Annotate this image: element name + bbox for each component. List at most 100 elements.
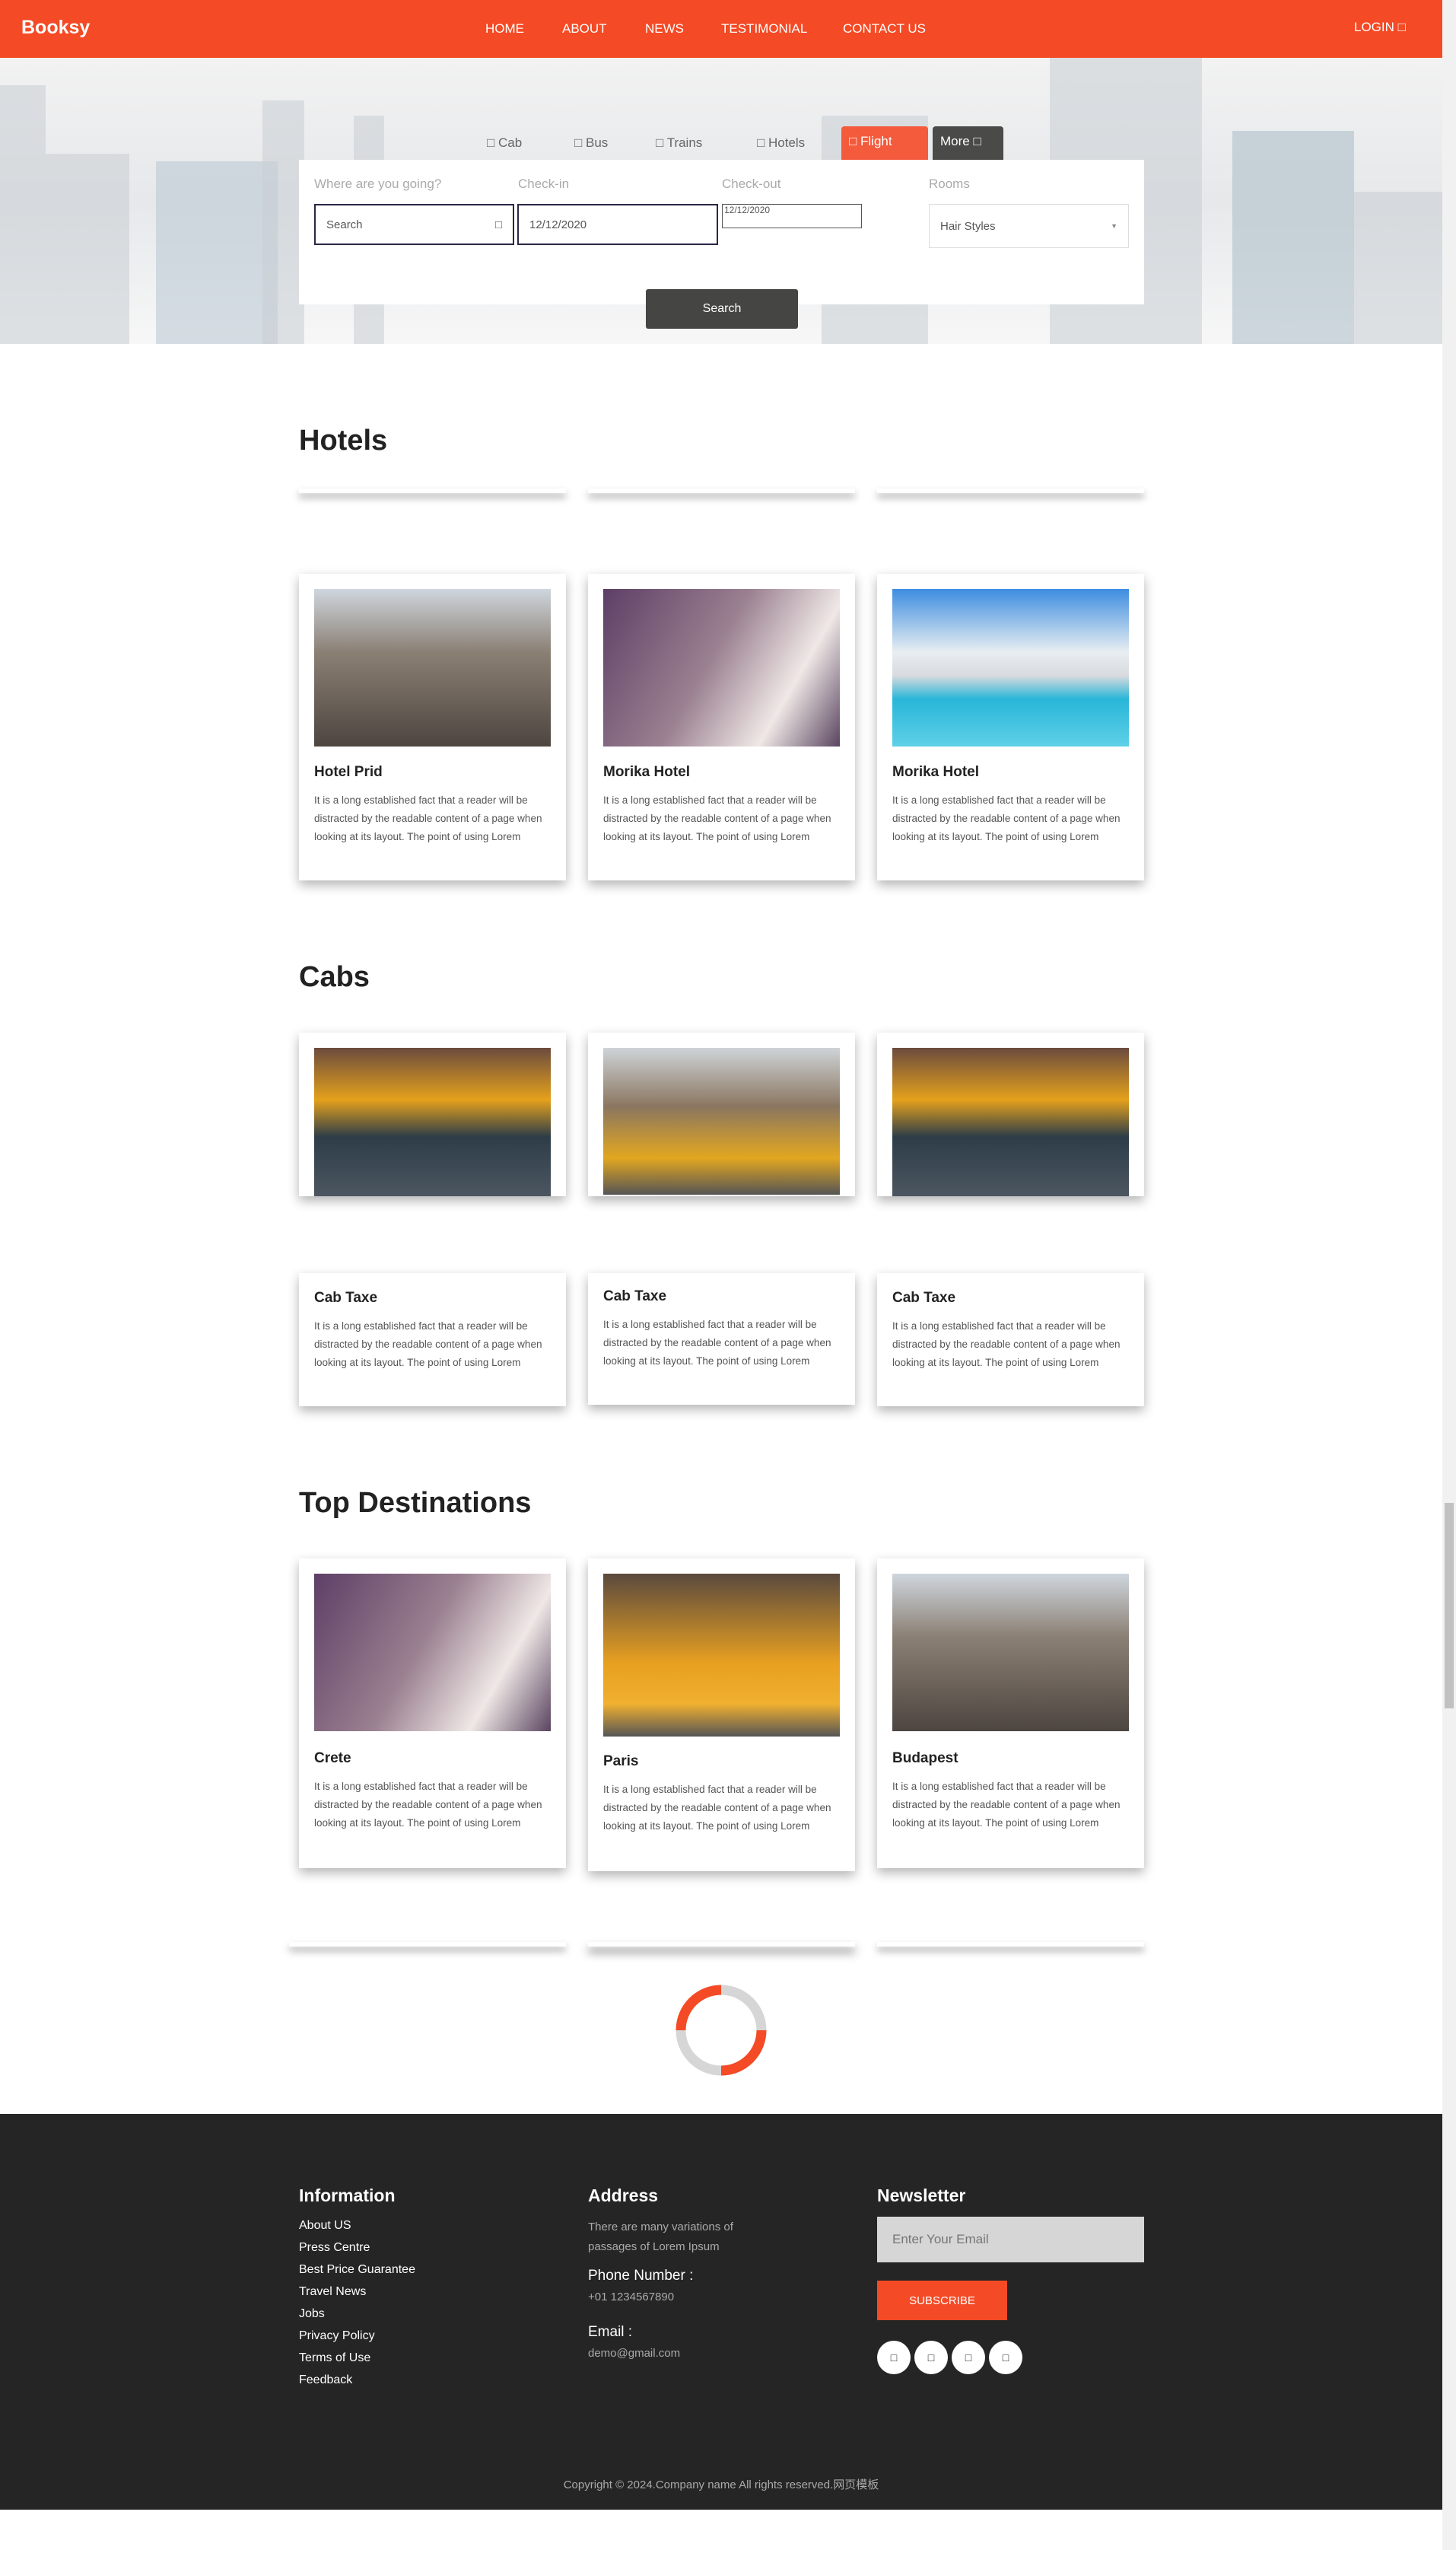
email-address[interactable]: demo@gmail.com: [588, 2344, 680, 2364]
cab-card-image[interactable]: [877, 1033, 1144, 1196]
footer: Information About US Press Centre Best P…: [0, 2114, 1442, 2510]
address-text: There are many variations of passages of…: [588, 2221, 733, 2253]
hotels-heading: Hotels: [299, 425, 388, 457]
where-label: Where are you going?: [314, 177, 442, 191]
checkin-input[interactable]: 12/12/2020: [517, 204, 718, 245]
login-link[interactable]: LOGIN □: [1354, 20, 1406, 35]
facebook-icon[interactable]: □: [877, 2341, 911, 2374]
card-text: It is a long established fact that a rea…: [314, 1320, 542, 1368]
chevron-down-icon: ▼: [1111, 222, 1117, 230]
tab-label: Hotels: [768, 135, 806, 150]
destination-image: [892, 1574, 1129, 1731]
divider: [289, 1942, 566, 1947]
destination-card[interactable]: Budapest It is a long established fact t…: [877, 1558, 1144, 1868]
card-text: It is a long established fact that a rea…: [892, 1781, 1121, 1829]
checkout-value: 12/12/2020: [724, 205, 771, 215]
search-form: Where are you going? Check-in Check-out …: [299, 160, 1144, 304]
rooms-select[interactable]: Hair Styles ▼: [929, 204, 1129, 248]
card-text: It is a long established fact that a rea…: [603, 1784, 831, 1832]
email-label: Email :: [588, 2324, 633, 2340]
tab-label: Bus: [586, 135, 609, 150]
user-icon: □: [1397, 20, 1406, 34]
nav-contact[interactable]: CONTACT US: [843, 21, 926, 37]
newsletter-email-input[interactable]: [877, 2217, 1144, 2262]
checkout-label: Check-out: [722, 177, 781, 191]
cab-card[interactable]: Cab Taxe It is a long established fact t…: [588, 1273, 855, 1405]
divider: [588, 489, 855, 493]
cab-card[interactable]: Cab Taxe It is a long established fact t…: [877, 1273, 1144, 1406]
rooms-value: Hair Styles: [940, 219, 996, 233]
destination-card[interactable]: Paris It is a long established fact that…: [588, 1558, 855, 1871]
tab-label: More: [940, 134, 970, 148]
footer-link[interactable]: Best Price Guarantee: [299, 2263, 415, 2285]
copyright: Copyright © 2024.Company name All rights…: [563, 2478, 879, 2491]
cab-card[interactable]: Cab Taxe It is a long established fact t…: [299, 1273, 566, 1406]
cab-card-image[interactable]: [588, 1033, 855, 1196]
card-title: Hotel Prid: [314, 764, 383, 780]
card-title: Paris: [603, 1753, 639, 1769]
tab-flight[interactable]: □ Flight: [841, 126, 928, 161]
hotel-card[interactable]: Hotel Prid It is a long established fact…: [299, 574, 566, 880]
subscribe-button[interactable]: SUBSCRIBE: [877, 2281, 1007, 2320]
hotel-image: [892, 589, 1129, 747]
footer-link[interactable]: Feedback: [299, 2373, 415, 2396]
card-title: Cab Taxe: [892, 1290, 956, 1306]
header: Booksy HOME ABOUT NEWS TESTIMONIAL CONTA…: [0, 0, 1442, 58]
card-title: Budapest: [892, 1750, 958, 1766]
nav-about[interactable]: ABOUT: [562, 21, 607, 37]
logo[interactable]: Booksy: [21, 17, 90, 39]
card-title: Morika Hotel: [892, 764, 980, 780]
tab-more[interactable]: More □: [933, 126, 1003, 161]
checkout-input[interactable]: 12/12/2020: [722, 204, 862, 228]
hotel-card[interactable]: Morika Hotel It is a long established fa…: [877, 574, 1144, 880]
tab-label: Flight: [860, 134, 892, 148]
checkin-label: Check-in: [518, 177, 570, 191]
twitter-icon[interactable]: □: [914, 2341, 948, 2374]
search-icon: □: [494, 218, 502, 231]
footer-link[interactable]: Press Centre: [299, 2241, 415, 2263]
rooms-label: Rooms: [929, 177, 970, 191]
footer-links: About US Press Centre Best Price Guarant…: [299, 2219, 415, 2396]
address-heading: Address: [588, 2185, 659, 2205]
scrollbar-thumb[interactable]: [1445, 1503, 1454, 1708]
phone-label: Phone Number :: [588, 2268, 694, 2284]
tab-label: Cab: [498, 135, 523, 150]
footer-link[interactable]: Privacy Policy: [299, 2329, 415, 2351]
destination-image: [314, 1574, 551, 1731]
card-title: Crete: [314, 1750, 351, 1766]
footer-link[interactable]: About US: [299, 2219, 415, 2241]
nav-testimonial[interactable]: TESTIMONIAL: [721, 21, 807, 37]
divider: [877, 1942, 1144, 1947]
linkedin-icon[interactable]: □: [952, 2341, 985, 2374]
destinations-heading: Top Destinations: [299, 1487, 532, 1519]
where-placeholder: Search: [326, 218, 363, 231]
loading-spinner: [676, 1985, 767, 2076]
cab-image: [314, 1048, 551, 1196]
destination-card[interactable]: Crete It is a long established fact that…: [299, 1558, 566, 1868]
checkin-value: 12/12/2020: [529, 218, 587, 231]
search-button[interactable]: Search: [646, 289, 798, 329]
card-title: Morika Hotel: [603, 764, 691, 780]
phone-number: +01 1234567890: [588, 2291, 675, 2303]
newsletter-heading: Newsletter: [877, 2185, 966, 2205]
nav-home[interactable]: HOME: [485, 21, 524, 37]
divider: [588, 1942, 855, 1947]
cab-image: [603, 1048, 840, 1195]
scrollbar[interactable]: [1442, 0, 1456, 2550]
divider: [877, 489, 1144, 493]
cab-image: [892, 1048, 1129, 1196]
card-text: It is a long established fact that a rea…: [314, 794, 542, 842]
cabs-heading: Cabs: [299, 961, 370, 993]
footer-link[interactable]: Jobs: [299, 2307, 415, 2329]
footer-link[interactable]: Terms of Use: [299, 2351, 415, 2373]
divider: [299, 489, 566, 493]
card-text: It is a long established fact that a rea…: [314, 1781, 542, 1829]
cab-card-image[interactable]: [299, 1033, 566, 1196]
instagram-icon[interactable]: □: [989, 2341, 1022, 2374]
card-title: Cab Taxe: [314, 1290, 378, 1306]
footer-link[interactable]: Travel News: [299, 2285, 415, 2307]
hotel-card[interactable]: Morika Hotel It is a long established fa…: [588, 574, 855, 880]
card-title: Cab Taxe: [603, 1288, 667, 1304]
where-input[interactable]: Search □: [314, 204, 514, 245]
nav-news[interactable]: NEWS: [645, 21, 684, 37]
